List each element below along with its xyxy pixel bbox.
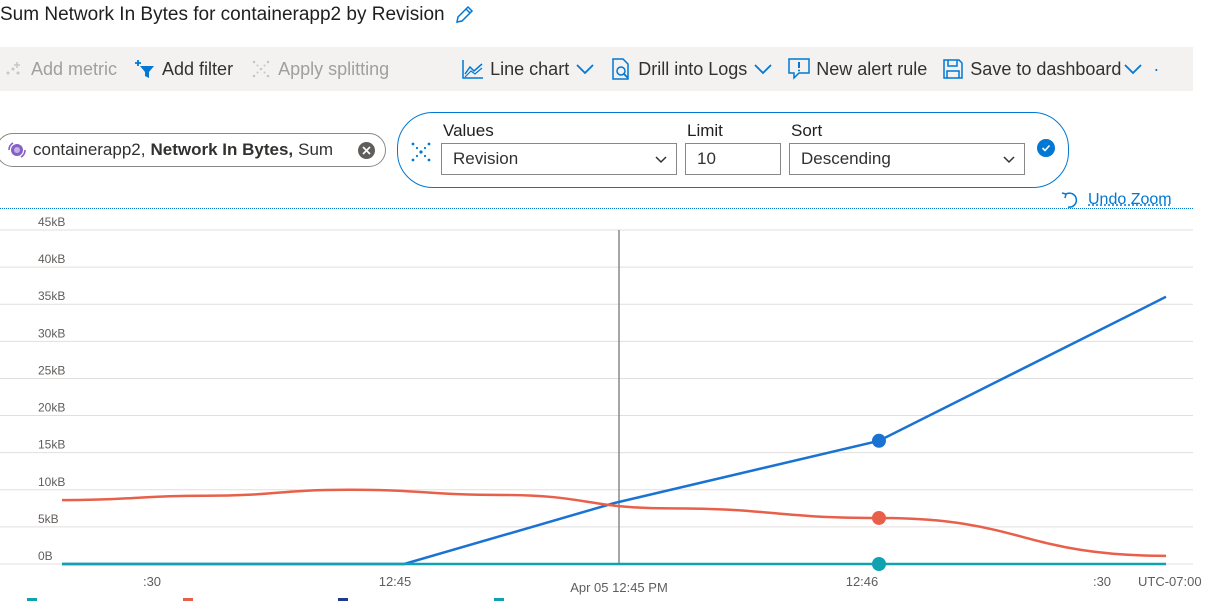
cursor-time-label: Apr 05 12:45 PM bbox=[570, 580, 668, 595]
chart-grid bbox=[0, 229, 1193, 565]
sort-selected: Descending bbox=[801, 149, 891, 168]
y-tick-label: 45kB bbox=[38, 215, 65, 229]
add-metric-button[interactable]: Add metric bbox=[2, 47, 117, 91]
hover-point bbox=[871, 557, 886, 571]
title-row: Sum Network In Bytes for containerapp2 b… bbox=[0, 2, 475, 28]
series-line bbox=[62, 295, 1167, 566]
container-app-icon bbox=[7, 140, 27, 160]
drill-into-logs-label: Drill into Logs bbox=[638, 58, 748, 79]
chevron-down-icon bbox=[1123, 63, 1143, 75]
y-tick-label: 35kB bbox=[38, 289, 65, 303]
splitting-panel: Values Revision Limit 10 Sort Descending bbox=[397, 112, 1069, 188]
more-options-button[interactable]: · bbox=[1153, 47, 1159, 91]
hover-point bbox=[871, 510, 886, 525]
save-to-dashboard-label: Save to dashboard bbox=[970, 58, 1122, 79]
new-alert-rule-label: New alert rule bbox=[816, 58, 928, 79]
pill-resource: containerapp2, bbox=[33, 140, 146, 159]
splitting-icon bbox=[249, 57, 273, 81]
y-tick-label: 25kB bbox=[38, 363, 65, 377]
line-chart-label: Line chart bbox=[490, 58, 570, 79]
close-icon[interactable] bbox=[358, 142, 375, 159]
values-label: Values bbox=[443, 121, 494, 140]
chevron-down-icon bbox=[575, 63, 595, 75]
pill-metric: Network In Bytes, bbox=[150, 140, 294, 159]
save-icon bbox=[941, 57, 965, 81]
metric-pill[interactable]: containerapp2, Network In Bytes, Sum bbox=[0, 133, 386, 167]
add-metric-icon bbox=[2, 57, 26, 81]
new-alert-rule-button[interactable]: New alert rule bbox=[787, 47, 927, 91]
alert-icon bbox=[787, 57, 811, 81]
pill-aggregation: Sum bbox=[298, 140, 334, 159]
series-layer bbox=[61, 295, 1167, 571]
limit-input[interactable]: 10 bbox=[685, 143, 781, 175]
y-tick-label: 20kB bbox=[38, 401, 65, 415]
y-tick-label: 30kB bbox=[38, 326, 65, 340]
logs-icon bbox=[609, 57, 633, 81]
chevron-down-icon bbox=[1002, 152, 1016, 172]
add-filter-button[interactable]: Add filter bbox=[133, 47, 233, 91]
chevron-down-icon bbox=[654, 152, 668, 172]
line-chart-dropdown[interactable]: Line chart bbox=[461, 47, 595, 91]
splitting-icon bbox=[410, 141, 432, 163]
undo-zoom-link[interactable]: Undo Zoom bbox=[1060, 190, 1172, 210]
y-tick-label: 10kB bbox=[38, 475, 65, 489]
filter-icon bbox=[133, 57, 157, 81]
apply-splitting-button[interactable]: Apply splitting bbox=[249, 47, 389, 91]
divider bbox=[0, 208, 1193, 209]
limit-label: Limit bbox=[687, 121, 723, 140]
x-tick-label: 12:46 bbox=[846, 574, 879, 589]
save-to-dashboard-dropdown[interactable]: Save to dashboard bbox=[941, 47, 1143, 91]
series-line bbox=[61, 488, 1167, 558]
add-metric-label: Add metric bbox=[31, 58, 118, 79]
chevron-down-icon bbox=[753, 63, 773, 75]
x-tick-label: 12:45 bbox=[379, 574, 412, 589]
apply-splitting-label: Apply splitting bbox=[278, 58, 390, 79]
timezone-label: UTC-07:00 bbox=[1138, 574, 1202, 589]
sort-label: Sort bbox=[791, 121, 823, 140]
x-tick-label: :30 bbox=[1093, 574, 1111, 589]
y-tick-label: 0B bbox=[38, 549, 53, 563]
metric-chart[interactable]: 0B 5kB 10kB 15kB 20kB 25kB 30kB 35kB 40kB 45kB :3… bbox=[0, 210, 1212, 601]
y-tick-label: 15kB bbox=[38, 438, 65, 452]
undo-zoom-label: Undo Zoom bbox=[1088, 191, 1172, 208]
drill-into-logs-dropdown[interactable]: Drill into Logs bbox=[609, 47, 773, 91]
undo-icon bbox=[1060, 190, 1080, 210]
apply-check-icon[interactable] bbox=[1037, 139, 1055, 157]
more-icon: · bbox=[1153, 58, 1160, 79]
values-select[interactable]: Revision bbox=[441, 143, 677, 175]
hover-point bbox=[871, 433, 886, 448]
sort-select[interactable]: Descending bbox=[789, 143, 1025, 175]
y-tick-label: 40kB bbox=[38, 252, 65, 266]
values-selected: Revision bbox=[453, 149, 519, 168]
limit-value: 10 bbox=[697, 149, 716, 168]
chart-title: Sum Network In Bytes for containerapp2 b… bbox=[0, 4, 445, 25]
pencil-icon[interactable] bbox=[453, 4, 475, 26]
metrics-toolbar: Add metric Add filter Apply splitting Li… bbox=[0, 47, 1193, 91]
y-tick-label: 5kB bbox=[38, 512, 59, 526]
line-chart-icon bbox=[461, 57, 485, 81]
x-tick-label: :30 bbox=[143, 574, 161, 589]
add-filter-label: Add filter bbox=[162, 58, 234, 79]
